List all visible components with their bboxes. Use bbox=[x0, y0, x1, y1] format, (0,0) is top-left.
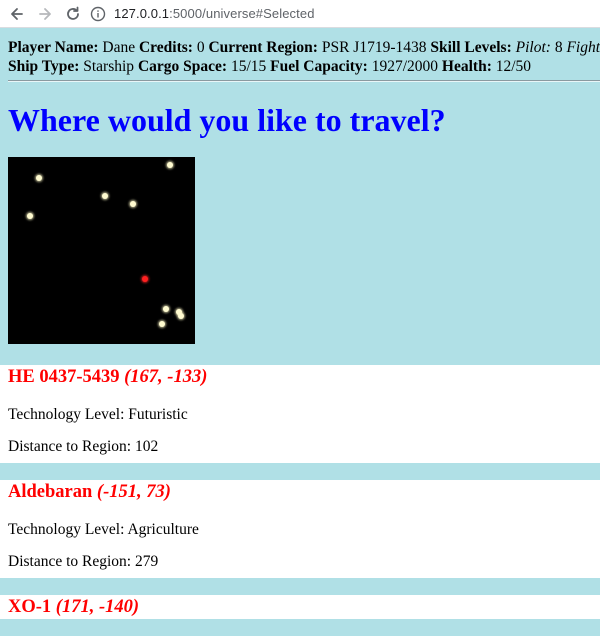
current-region-label: Current Region: bbox=[208, 39, 318, 56]
ship-type-label: Ship Type: bbox=[8, 58, 80, 75]
credits-label: Credits: bbox=[138, 39, 193, 56]
reload-button[interactable] bbox=[62, 3, 84, 25]
forward-button[interactable] bbox=[34, 3, 56, 25]
divider bbox=[8, 80, 600, 82]
region-name[interactable]: Aldebaran bbox=[8, 482, 92, 502]
region-name-line[interactable]: XO-1 (171, -140) bbox=[8, 595, 592, 619]
distance-label: Distance to Region: bbox=[8, 438, 132, 455]
tech-level-label: Technology Level: bbox=[8, 406, 125, 423]
stats-line-1: Player Name: Dane Credits: 0 Current Reg… bbox=[8, 38, 600, 57]
region-card[interactable]: HE 0437-5439 (167, -133) Technology Leve… bbox=[0, 365, 600, 463]
fuel-capacity-value: 1927/2000 bbox=[371, 58, 439, 75]
distance-line: Distance to Region: 102 bbox=[8, 431, 592, 463]
health-label: Health: bbox=[441, 58, 492, 75]
star-region[interactable] bbox=[102, 193, 108, 199]
back-arrow-icon bbox=[11, 7, 23, 20]
player-stats: Player Name: Dane Credits: 0 Current Reg… bbox=[8, 38, 600, 76]
skill-levels-label: Skill Levels: bbox=[430, 39, 512, 56]
player-name-value: Dane bbox=[102, 39, 136, 56]
region-list: HE 0437-5439 (167, -133) Technology Leve… bbox=[0, 365, 600, 636]
info-icon[interactable] bbox=[90, 6, 106, 22]
distance-line: Distance to Region: 279 bbox=[8, 546, 592, 578]
address-bar[interactable]: 127.0.0.1:5000/universe#Selected bbox=[90, 2, 594, 26]
region-coords: (167, -133) bbox=[124, 367, 208, 387]
region-card[interactable]: Aldebaran (-151, 73) Technology Level: A… bbox=[0, 480, 600, 578]
star-map[interactable] bbox=[8, 157, 195, 344]
current-region-star bbox=[142, 276, 148, 282]
region-coords: (-151, 73) bbox=[96, 482, 171, 502]
star-region[interactable] bbox=[130, 201, 136, 207]
fighter-label: Fighter: bbox=[566, 39, 600, 56]
credits-value: 0 bbox=[196, 39, 205, 56]
star-region[interactable] bbox=[178, 313, 184, 319]
star-region[interactable] bbox=[159, 321, 165, 327]
pilot-value: 8 bbox=[554, 39, 563, 56]
region-name-line[interactable]: HE 0437-5439 (167, -133) bbox=[8, 365, 592, 389]
distance-value: 279 bbox=[135, 553, 159, 570]
url-path: :5000/universe#Selected bbox=[169, 6, 315, 21]
player-name-label: Player Name: bbox=[8, 39, 99, 56]
tech-level-line: Technology Level: Futuristic bbox=[8, 399, 592, 431]
browser-toolbar: 127.0.0.1:5000/universe#Selected bbox=[0, 0, 600, 28]
tech-level-label: Technology Level: bbox=[8, 521, 125, 538]
pilot-label: Pilot: bbox=[515, 39, 551, 56]
region-name[interactable]: XO-1 bbox=[8, 597, 51, 617]
back-button[interactable] bbox=[6, 3, 28, 25]
tech-level-value: Agriculture bbox=[127, 521, 199, 538]
stats-line-2: Ship Type: Starship Cargo Space: 15/15 F… bbox=[8, 57, 600, 76]
distance-label: Distance to Region: bbox=[8, 553, 132, 570]
region-name[interactable]: HE 0437-5439 bbox=[8, 367, 120, 387]
forward-arrow-icon bbox=[39, 7, 51, 20]
url-text: 127.0.0.1:5000/universe#Selected bbox=[114, 6, 315, 21]
star-region[interactable] bbox=[36, 175, 42, 181]
health-value: 12/50 bbox=[495, 58, 532, 75]
fuel-capacity-label: Fuel Capacity: bbox=[270, 58, 368, 75]
url-host: 127.0.0.1 bbox=[114, 6, 170, 21]
region-coords: (171, -140) bbox=[55, 597, 140, 617]
tech-level-line: Technology Level: Agriculture bbox=[8, 514, 592, 546]
ship-type-value: Starship bbox=[83, 58, 135, 75]
current-region-value: PSR J1719-1438 bbox=[321, 39, 427, 56]
region-card[interactable]: XO-1 (171, -140) bbox=[0, 595, 600, 619]
star-region[interactable] bbox=[163, 306, 169, 312]
cargo-space-value: 15/15 bbox=[230, 58, 267, 75]
tech-level-value: Futuristic bbox=[128, 406, 188, 423]
region-name-line[interactable]: Aldebaran (-151, 73) bbox=[8, 480, 592, 504]
reload-icon bbox=[67, 6, 79, 20]
distance-value: 102 bbox=[135, 438, 159, 455]
star-region[interactable] bbox=[167, 162, 173, 168]
cargo-space-label: Cargo Space: bbox=[137, 58, 228, 75]
star-region[interactable] bbox=[27, 213, 33, 219]
page-title: Where would you like to travel? bbox=[8, 102, 446, 138]
